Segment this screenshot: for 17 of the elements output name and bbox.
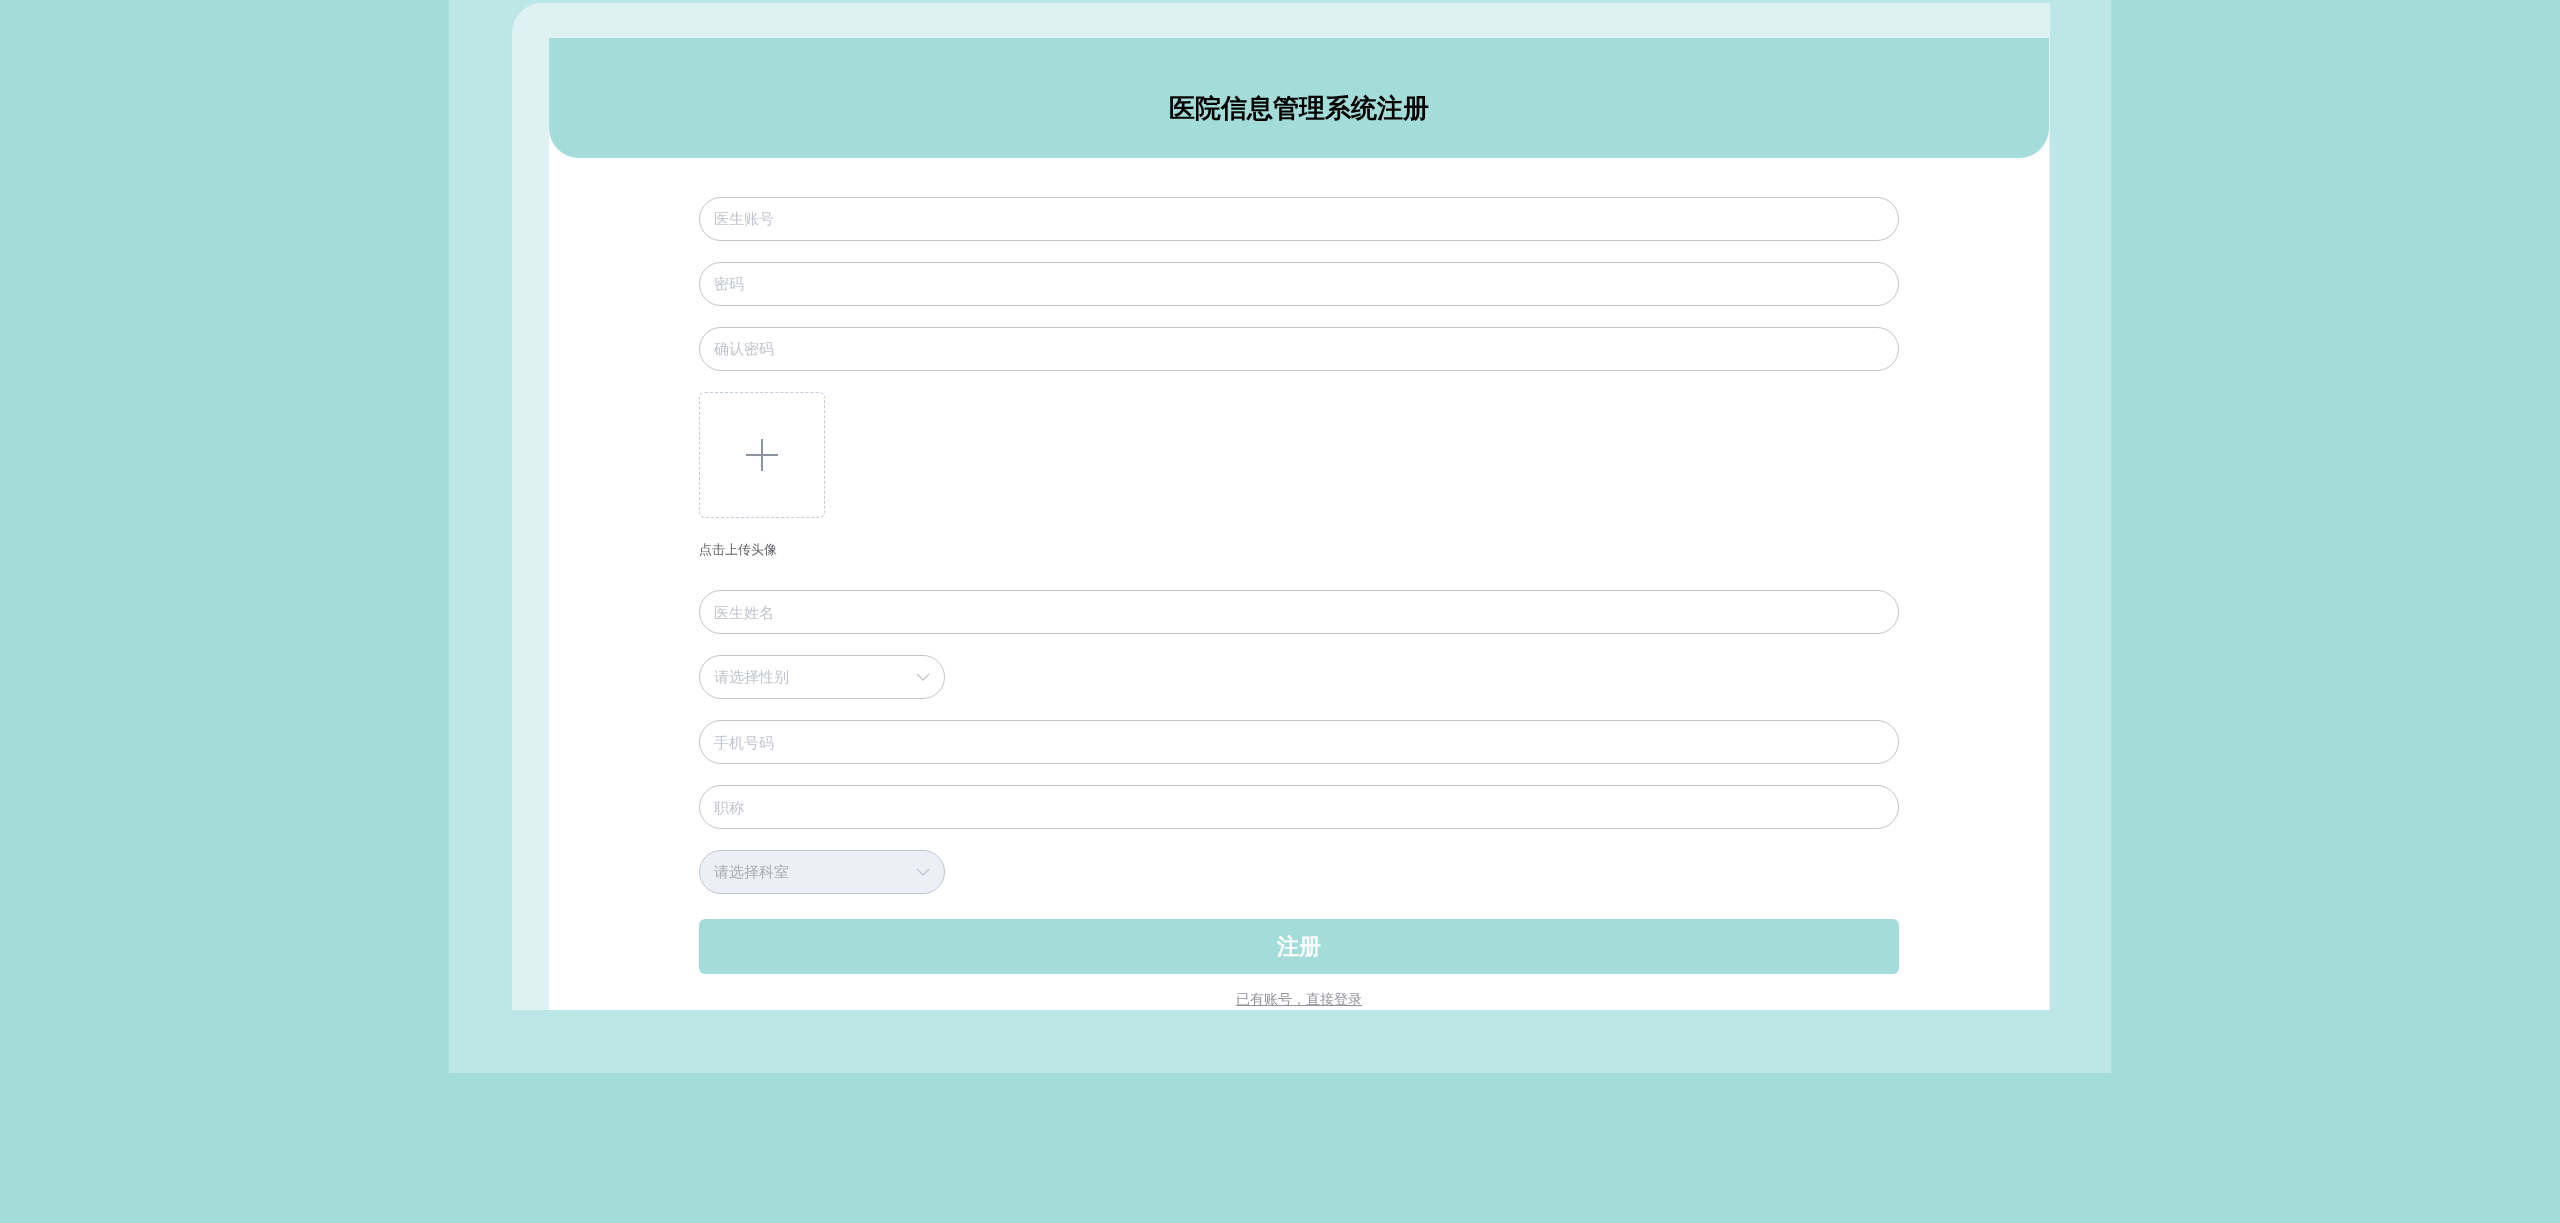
chevron-down-icon	[916, 868, 930, 876]
select-field[interactable]: 请选择性别	[699, 655, 945, 699]
text-field[interactable]: 医生姓名	[699, 590, 1899, 634]
plus-icon	[745, 437, 779, 472]
register-button[interactable]: 注册	[699, 919, 1899, 974]
chevron-down-icon	[916, 673, 930, 681]
text-field[interactable]: 确认密码	[699, 326, 1899, 371]
avatar-upload[interactable]	[699, 391, 825, 518]
login-link[interactable]: 已有账号，直接登录	[1236, 989, 1362, 1010]
text-field[interactable]: 职称	[699, 785, 1899, 829]
select-placeholder: 请选择性别	[714, 666, 789, 687]
text-field[interactable]: 医生账号	[699, 196, 1899, 241]
select-placeholder: 请选择科室	[714, 861, 789, 882]
page-title: 医院信息管理系统注册	[1169, 91, 1429, 125]
text-field[interactable]: 密码	[699, 261, 1899, 306]
upload-label: 点击上传头像	[699, 540, 778, 559]
text-field[interactable]: 手机号码	[699, 720, 1899, 764]
